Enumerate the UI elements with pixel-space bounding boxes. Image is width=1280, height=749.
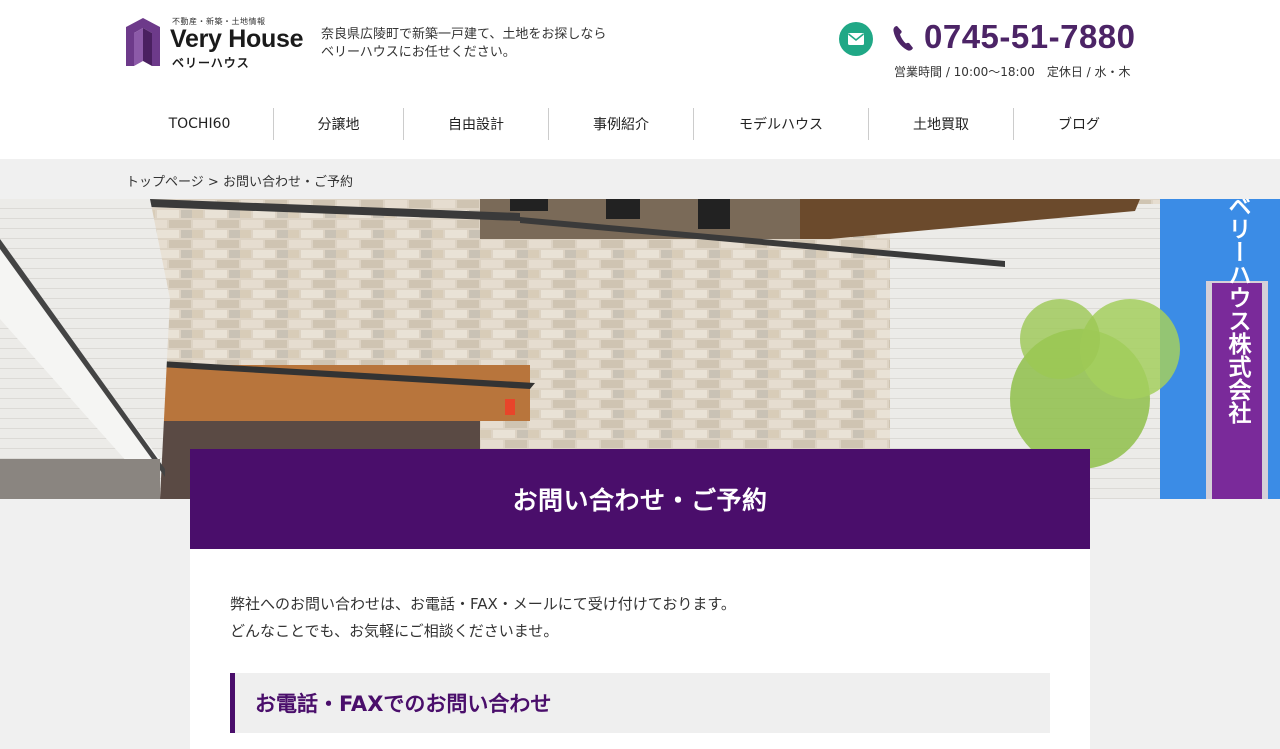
lead-line: どんなことでも、お気軽にご相談くださいませ。: [230, 622, 559, 640]
intro-line: 奈良県広陵町で新築一戸建て、土地をお探しなら: [321, 27, 607, 42]
logo-brand: Very House: [170, 25, 304, 53]
breadcrumb: トップページ > お問い合わせ・ご予約: [126, 171, 353, 190]
phone-number[interactable]: 0745-51-7880: [924, 18, 1136, 56]
envelope-icon: [848, 33, 864, 45]
intro-line: ベリーハウスにお任せください。: [321, 45, 516, 60]
phone-icon: [893, 26, 913, 51]
page-title: お問い合わせ・ご予約: [512, 486, 768, 515]
house-logo-icon: [126, 18, 160, 66]
nav-item-subdivision[interactable]: 分譲地: [274, 108, 404, 140]
lead-line: 弊社へのお問い合わせは、お電話・FAX・メールにて受け付けております。: [230, 595, 736, 613]
logo-kana: ベリーハウス: [172, 56, 250, 70]
nav-item-blog[interactable]: ブログ: [1014, 108, 1144, 140]
business-hours: 営業時間 / 10:00～18:00 定休日 / 水・木: [894, 65, 1131, 79]
mail-button[interactable]: [839, 22, 873, 56]
nav-item-land-purchase[interactable]: 土地買取: [869, 108, 1014, 140]
site-header: 不動産・新築・土地情報 Very House ベリーハウス 奈良県広陵町で新築一…: [0, 0, 1280, 159]
site-logo[interactable]: 不動産・新築・土地情報 Very House ベリーハウス: [126, 16, 306, 72]
page-title-bar: お問い合わせ・ご予約: [190, 449, 1090, 549]
lead-text: 弊社へのお問い合わせは、お電話・FAX・メールにて受け付けております。 どんなこ…: [230, 591, 736, 645]
content-panel: お問い合わせ・ご予約 弊社へのお問い合わせは、お電話・FAX・メールにて受け付け…: [190, 449, 1090, 749]
nav-item-tochi60[interactable]: TOCHI60: [126, 108, 274, 140]
global-nav: TOCHI60 分譲地 自由設計 事例紹介 モデルハウス 土地買取 ブログ: [126, 108, 1144, 140]
breadcrumb-current: お問い合わせ・ご予約: [222, 175, 353, 190]
nav-item-model-house[interactable]: モデルハウス: [694, 108, 869, 140]
nav-item-case-studies[interactable]: 事例紹介: [549, 108, 694, 140]
section-heading: お電話・FAXでのお問い合わせ: [230, 673, 1050, 733]
company-sign: ベリーハウス株式会社: [1224, 199, 1252, 424]
header-intro: 奈良県広陵町で新築一戸建て、土地をお探しなら ベリーハウスにお任せください。: [321, 26, 651, 62]
section-title: お電話・FAXでのお問い合わせ: [255, 692, 552, 716]
nav-item-custom-design[interactable]: 自由設計: [404, 108, 549, 140]
breadcrumb-separator: >: [207, 175, 219, 190]
breadcrumb-home-link[interactable]: トップページ: [126, 175, 204, 190]
